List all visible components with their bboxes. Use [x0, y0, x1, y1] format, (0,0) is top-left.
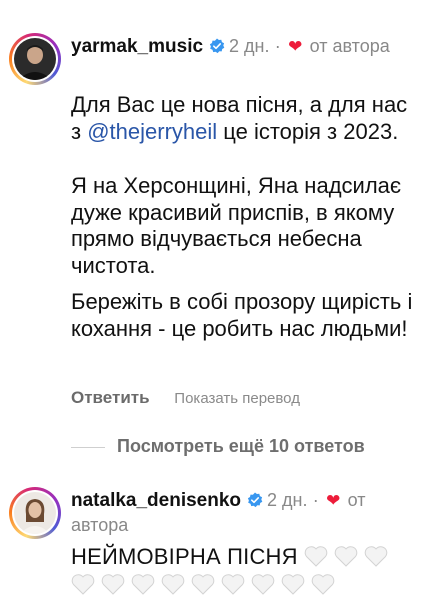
comment-paragraph: Для Вас це нова пісня, а для нас з @thej…	[71, 92, 423, 145]
divider	[71, 446, 105, 448]
paragraph-text: це історія з 2023.	[217, 118, 399, 144]
timestamp: 2 дн.	[267, 490, 308, 510]
comment-paragraph: Бережіть в собі прозору щирість і коханн…	[71, 289, 413, 341]
liked-by-author: от автора	[309, 36, 390, 56]
white-heart-emoji-icon	[334, 546, 358, 567]
avatar-yarmak-music[interactable]	[9, 33, 61, 85]
separator: ·	[274, 36, 281, 56]
reply-button[interactable]: Ответить	[71, 388, 150, 407]
white-heart-emoji-icon	[281, 574, 305, 595]
comment-header: natalka_denisenko 2 дн. · ❤ от автора	[71, 488, 419, 538]
white-heart-emoji-icon	[311, 574, 335, 595]
white-heart-emoji-icon	[304, 546, 328, 567]
white-heart-emoji-icon	[71, 574, 95, 595]
separator: ·	[312, 490, 319, 510]
heart-icon: ❤	[326, 491, 341, 510]
white-heart-emoji-icon	[101, 574, 125, 595]
white-heart-emoji-icon	[161, 574, 185, 595]
avatar-natalka-denisenko[interactable]	[9, 487, 61, 539]
white-heart-emoji-icon	[131, 574, 155, 595]
comment-text: НЕЙМОВІРНА ПІСНЯ	[71, 543, 423, 599]
white-heart-emoji-icon	[251, 574, 275, 595]
heart-icon: ❤	[288, 37, 303, 56]
timestamp: 2 дн.	[229, 36, 270, 56]
username[interactable]: natalka_denisenko	[71, 490, 241, 511]
view-more-replies-label: Посмотреть ещё 10 ответов	[117, 436, 365, 456]
verified-badge-icon	[247, 492, 263, 508]
white-heart-emoji-icon	[221, 574, 245, 595]
white-heart-emoji-icon	[191, 574, 215, 595]
verified-badge-icon	[209, 38, 225, 54]
comment-actions: Ответить Показать перевод	[71, 388, 300, 408]
comment-paragraph: Я на Херсонщині, Яна надсилає дуже краси…	[71, 173, 402, 278]
white-heart-emoji-icon	[364, 546, 388, 567]
view-more-replies-button[interactable]: Посмотреть ещё 10 ответов	[71, 436, 365, 457]
mention-link[interactable]: @thejerryheil	[87, 119, 217, 144]
comment-header: yarmak_music 2 дн. · ❤ от автора	[71, 34, 419, 59]
show-translation-button[interactable]: Показать перевод	[174, 390, 300, 407]
comment-text-content: НЕЙМОВІРНА ПІСНЯ	[71, 544, 298, 569]
username[interactable]: yarmak_music	[71, 36, 203, 57]
